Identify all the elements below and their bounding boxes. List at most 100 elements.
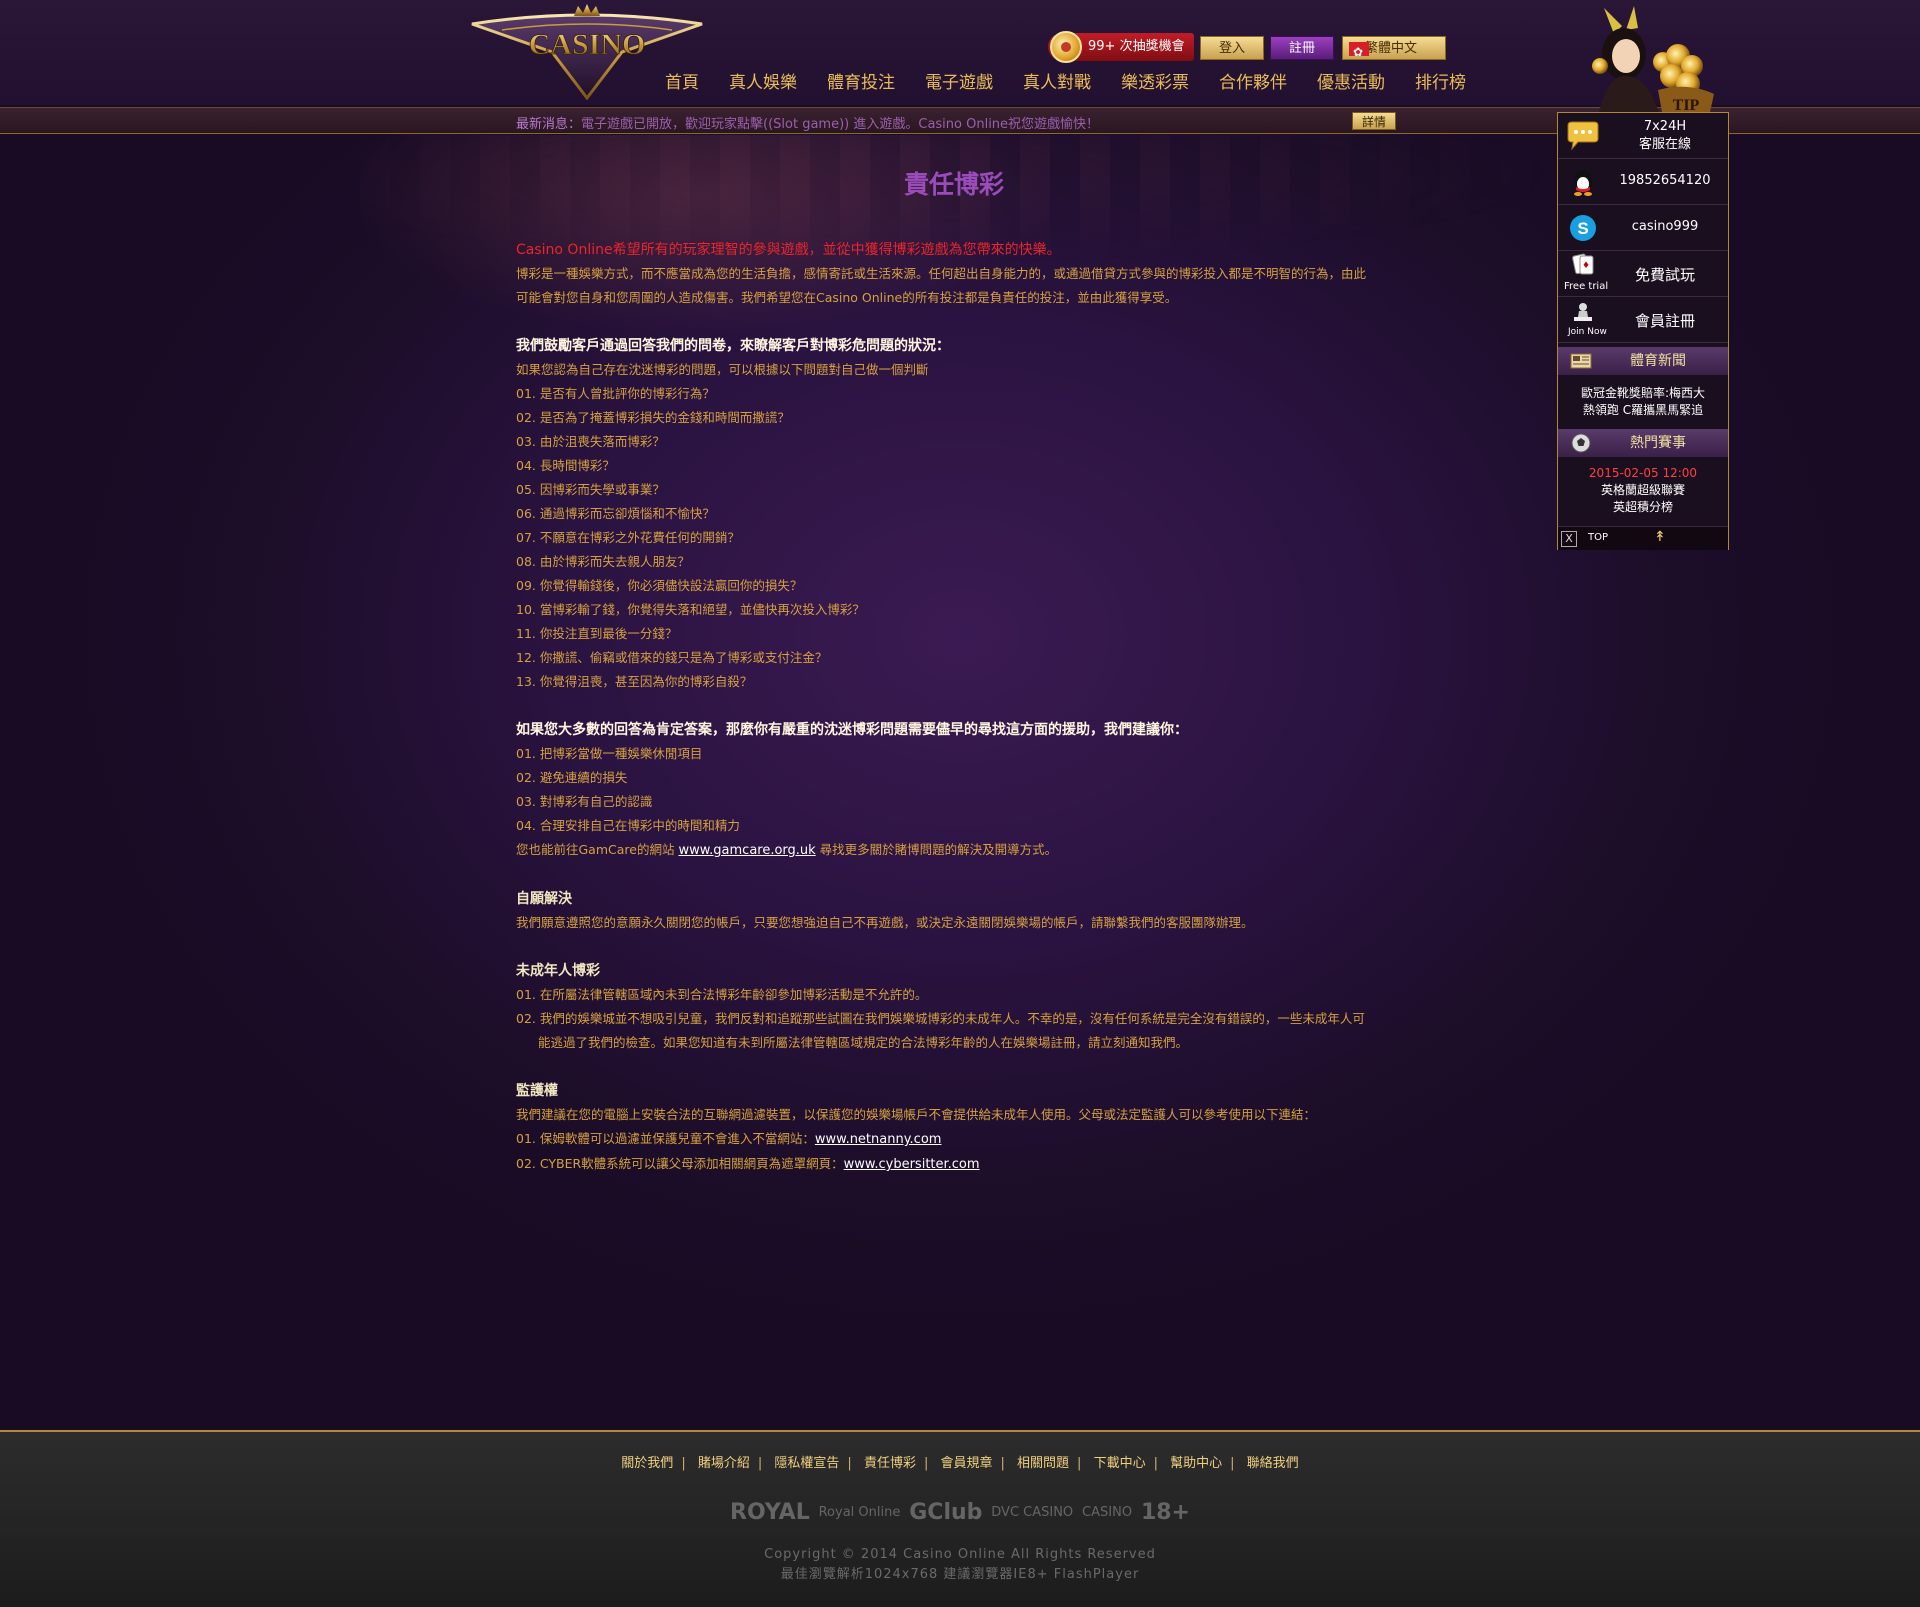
list-item: 12. 你撒謊、偷竊或借來的錢只是為了博彩或支付注金？ (516, 650, 828, 665)
cybersitter-prefix: 02. CYBER軟體系統可以讓父母添加相關網頁為遮罩網頁： (516, 1156, 844, 1171)
sports-news-header[interactable]: 體育新聞 (1558, 347, 1728, 375)
tip-mascot-image: TIP (1568, 4, 1718, 116)
partner-gclub-logo: GClub (909, 1499, 983, 1525)
list-item: 13. 你覺得沮喪，甚至因為你的博彩自殺？ (516, 674, 753, 689)
site-footer: 關於我們 | 賭場介紹 | 隱私權宣告 | 責任博彩 | 會員規章 | 相關問題 | 下載中… (0, 1430, 1920, 1607)
footer-separator: | (847, 1456, 852, 1471)
register-button[interactable]: 註冊 (1270, 36, 1334, 60)
nav-item-slots[interactable]: 電子遊戲 (910, 70, 1008, 96)
footer-link-faq[interactable]: 相關問題 (1009, 1456, 1077, 1471)
age-18-plus-badge: 18+ (1140, 1499, 1190, 1525)
list-item: 02. 避免連續的損失 (516, 770, 628, 785)
footer-link-responsible-gaming[interactable]: 責任博彩 (856, 1456, 924, 1471)
list-item: 10. 當博彩輸了錢，你覺得失落和絕望，並儘快再次投入博彩？ (516, 602, 865, 617)
member-register-row[interactable]: Join Now 會員註冊 (1558, 297, 1728, 343)
gamcare-link[interactable]: www.gamcare.org.uk (678, 843, 815, 858)
underage-item-2: 02. 我們的娛樂城並不想吸引兒童，我們反對和追蹤那些試圖在我們娛樂城博彩的未成… (516, 1011, 1365, 1050)
login-button[interactable]: 登入 (1200, 36, 1264, 60)
footer-link-privacy[interactable]: 隱私權宣告 (766, 1456, 847, 1471)
hot-matches-header[interactable]: 熱門賽事 (1558, 429, 1728, 457)
questionnaire-sub: 如果您認為自己存在沈迷博彩的問題，可以根據以下問題對自己做一個判斷 (516, 362, 929, 377)
nav-item-rankings[interactable]: 排行榜 (1400, 70, 1466, 96)
footer-link-contact[interactable]: 聯絡我們 (1239, 1456, 1307, 1471)
svg-text:S: S (1577, 219, 1588, 238)
responsible-gaming-article: Casino Online希望所有的玩家理智的參與遊戲，並從中獲得博彩遊戲為您帶… (516, 238, 1376, 1177)
ticker-details-button[interactable]: 詳情 (1352, 112, 1396, 130)
customer-service-text: 7x24H 客服在線 (1606, 118, 1724, 154)
footer-separator: | (757, 1456, 763, 1471)
lottery-chances-button[interactable]: 99+ 次抽獎機會 (1048, 31, 1194, 63)
guardianship-body: 我們建議在您的電腦上安裝合法的互聯網過濾裝置，以保護您的娛樂場帳戶不會提供給未成… (516, 1107, 1317, 1122)
cybersitter-link[interactable]: www.cybersitter.com (844, 1157, 980, 1172)
soccer-ball-icon (1571, 433, 1591, 453)
free-trial-row[interactable]: ♦ Free trial 免費試玩 (1558, 251, 1728, 297)
newspaper-icon (1570, 353, 1592, 369)
arrow-up-icon[interactable]: ↟ (1654, 529, 1666, 545)
underage-item-1: 01. 在所屬法律管轄區域內未到合法博彩年齡卻參加博彩活動是不允許的。 (516, 987, 928, 1002)
partner-dvc-logo: DVC CASINO (991, 1504, 1074, 1520)
match-league: 英格蘭超級聯賽 (1600, 483, 1685, 497)
list-item: 06. 通過博彩而忘卻煩惱和不愉快？ (516, 506, 715, 521)
footer-separator: | (681, 1456, 686, 1471)
footer-link-casino-intro[interactable]: 賭場介紹 (690, 1456, 758, 1471)
sports-news-item[interactable]: 歐冠金靴獎賠率:梅西大 熱領跑 C羅攜黑馬緊追 (1558, 385, 1728, 419)
free-trial-icon-label: Free trial (1564, 281, 1609, 292)
footer-separator: | (923, 1456, 929, 1471)
list-item: 04. 合理安排自己在博彩中的時間和精力 (516, 818, 740, 833)
footer-separator: | (1153, 1456, 1158, 1471)
list-item: 04. 長時間博彩？ (516, 458, 615, 473)
footer-link-download[interactable]: 下載中心 (1086, 1456, 1154, 1471)
join-now-icon-label: Join Now (1568, 327, 1607, 337)
netnanny-link[interactable]: www.netnanny.com (815, 1132, 942, 1147)
service-hours: 7x24H (1643, 119, 1687, 134)
language-select[interactable]: 繁體中文 (1342, 36, 1446, 64)
main-nav: 首頁 真人娛樂 體育投注 電子遊戲 真人對戰 樂透彩票 合作夥伴 優惠活動 排行… (650, 70, 1466, 96)
hot-match-item[interactable]: 2015-02-05 12:00 英格蘭超級聯賽 英超積分榜 (1558, 465, 1728, 516)
footer-link-help[interactable]: 幫助中心 (1162, 1456, 1230, 1471)
nav-item-promotions[interactable]: 優惠活動 (1302, 70, 1400, 96)
gamcare-line: 您也能前往GamCare的網站 www.gamcare.org.uk 尋找更多關… (516, 838, 1376, 863)
join-now-stamp-icon (1574, 303, 1592, 321)
list-item: 01. 把博彩當做一種娛樂休閒項目 (516, 746, 703, 761)
list-item: 03. 對博彩有自己的認識 (516, 794, 653, 809)
self-exclusion-body: 我們願意遵照您的意願永久關閉您的帳戶，只要您想強迫自己不再遊戲，或決定永遠關閉娛… (516, 915, 1254, 930)
free-trial-label: 免費試玩 (1634, 266, 1695, 284)
ticker-label: 最新消息： (516, 117, 582, 132)
nav-item-sports[interactable]: 體育投注 (812, 70, 910, 96)
intro-highlight: Casino Online希望所有的玩家理智的參與遊戲，並從中獲得博彩遊戲為您帶… (516, 242, 1061, 258)
nav-item-live-battle[interactable]: 真人對戰 (1008, 70, 1106, 96)
customer-service-row[interactable]: 7x24H 客服在線 (1558, 113, 1728, 159)
list-item: 01. 是否有人曾批評你的博彩行為？ (516, 386, 715, 401)
service-online: 客服在線 (1638, 137, 1691, 152)
sports-news-line-1: 歐冠金靴獎賠率:梅西大 (1580, 386, 1706, 400)
nav-item-home[interactable]: 首頁 (650, 70, 714, 96)
underage-heading: 未成年人博彩 (516, 963, 600, 979)
playing-cards-icon: ♦ (1572, 253, 1594, 275)
sports-news-heading: 體育新聞 (1630, 353, 1686, 369)
questionnaire-heading: 我們鼓勵客戶通過回答我們的問卷，來瞭解客戶對博彩危問題的狀況： (516, 338, 950, 354)
list-item: 09. 你覺得輸錢後，你必須儘快設法贏回你的損失？ (516, 578, 803, 593)
sports-news-line-2: 熱領跑 C羅攜黑馬緊追 (1582, 403, 1704, 417)
qq-row[interactable]: 19852654120 (1558, 159, 1728, 205)
hong-kong-flag-icon (1349, 40, 1369, 64)
qq-penguin-icon (1574, 170, 1592, 196)
partner-royal-logo: ROYAL (730, 1499, 810, 1525)
self-exclusion-heading: 自願解決 (516, 891, 572, 907)
nav-item-live-casino[interactable]: 真人娛樂 (714, 70, 812, 96)
back-to-top-label[interactable]: TOP (1588, 532, 1608, 543)
nav-item-lottery[interactable]: 樂透彩票 (1106, 70, 1204, 96)
skype-row[interactable]: S casino999 (1558, 205, 1728, 251)
footer-separator: | (1000, 1456, 1005, 1471)
browser-note: 最佳瀏覽解析1024x768 建議瀏覽器IE8+ FlashPlayer (780, 1567, 1140, 1582)
close-icon[interactable]: X (1561, 531, 1577, 547)
footer-link-member-rules[interactable]: 會員規章 (932, 1456, 1000, 1471)
netnanny-prefix: 01. 保姆軟體可以過濾並保護兒童不會進入不當網站： (516, 1131, 815, 1146)
footer-separator: | (1077, 1456, 1082, 1471)
panel-bottom-bar: X TOP ↟ (1558, 526, 1728, 550)
qq-number: 19852654120 (1619, 173, 1711, 188)
lottery-label: 99+ 次抽獎機會 (1088, 39, 1185, 54)
coin-icon (1050, 31, 1082, 63)
gamcare-suffix: 尋找更多關於賭博問題的解決及開導方式。 (815, 842, 1058, 857)
nav-item-partners[interactable]: 合作夥伴 (1204, 70, 1302, 96)
footer-link-about[interactable]: 關於我們 (613, 1456, 681, 1471)
